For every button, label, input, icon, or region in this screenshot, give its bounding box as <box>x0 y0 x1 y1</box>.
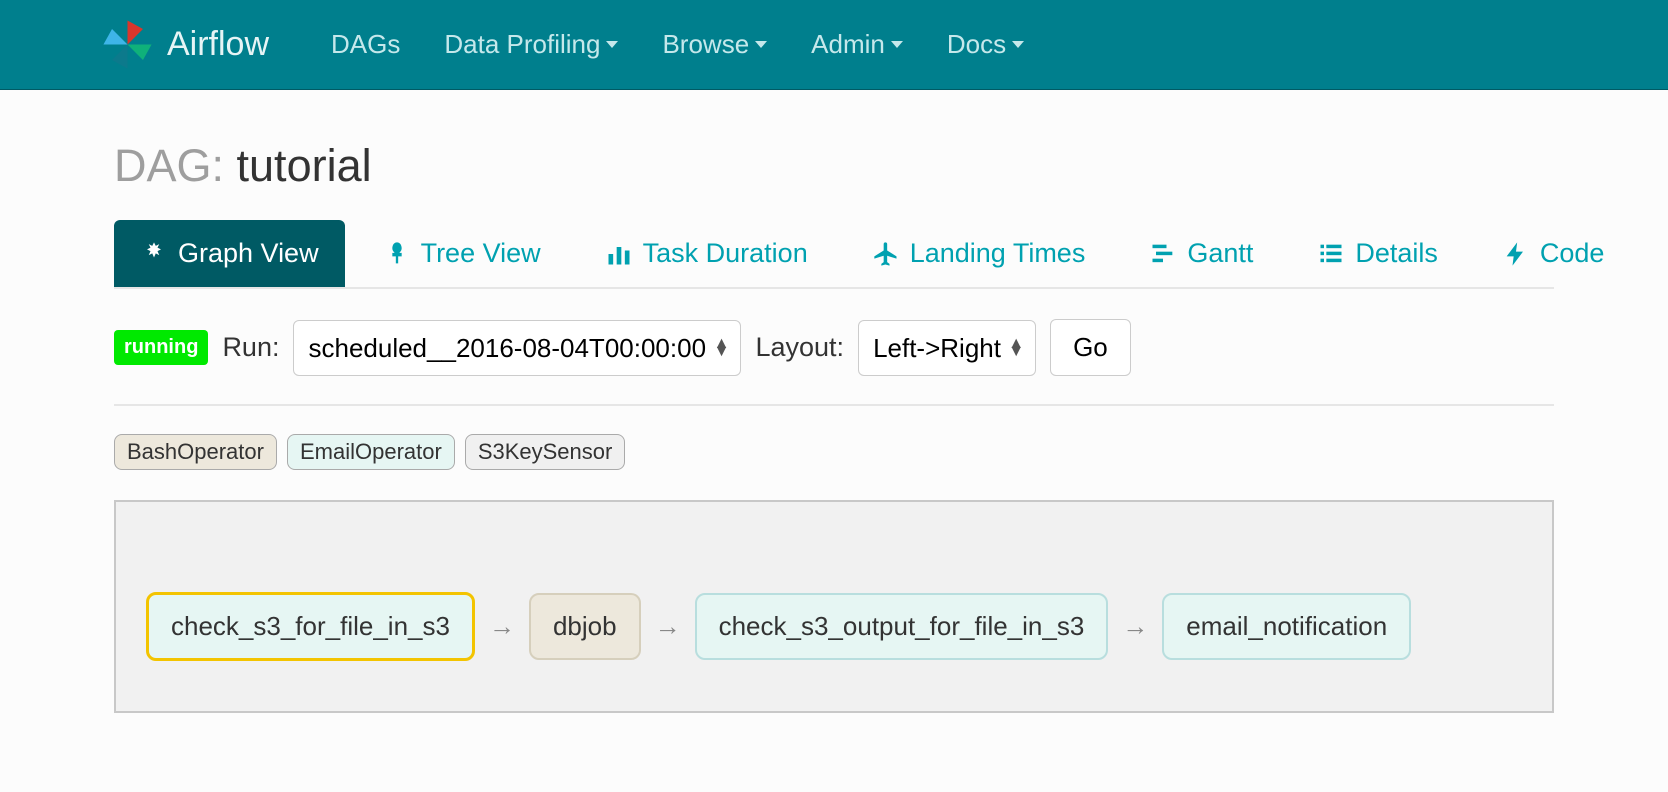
view-tabs: Graph View Tree View Task Duration Landi… <box>114 220 1554 289</box>
go-button[interactable]: Go <box>1050 319 1131 376</box>
tab-gantt[interactable]: Gantt <box>1123 220 1279 287</box>
arrow-icon: → <box>655 611 681 642</box>
tab-graph-view[interactable]: Graph View <box>114 220 345 287</box>
task-node[interactable]: check_s3_output_for_file_in_s3 <box>695 593 1109 660</box>
title-prefix: DAG: <box>114 140 237 191</box>
legend-s3-key-sensor[interactable]: S3KeySensor <box>465 434 626 470</box>
gantt-icon <box>1149 240 1177 268</box>
tab-details[interactable]: Details <box>1291 220 1464 287</box>
bar-chart-icon <box>605 240 633 268</box>
plane-icon <box>872 240 900 268</box>
dag-flow: check_s3_for_file_in_s3 → dbjob → check_… <box>146 592 1522 661</box>
nav-data-profiling[interactable]: Data Profiling <box>422 9 640 80</box>
nav-docs[interactable]: Docs <box>925 9 1046 80</box>
layout-select-wrap: Left->Right ▲▼ <box>858 320 1036 376</box>
task-node[interactable]: check_s3_for_file_in_s3 <box>146 592 475 661</box>
title-dag-name: tutorial <box>237 140 372 191</box>
chevron-down-icon <box>755 41 767 48</box>
chevron-down-icon <box>606 41 618 48</box>
run-select[interactable]: scheduled__2016-08-04T00:00:00 <box>293 320 741 376</box>
operator-legend: BashOperator EmailOperator S3KeySensor <box>114 434 1554 470</box>
tab-tree-view[interactable]: Tree View <box>357 220 567 287</box>
nav-browse[interactable]: Browse <box>640 9 789 80</box>
list-icon <box>1317 240 1345 268</box>
legend-bash-operator[interactable]: BashOperator <box>114 434 277 470</box>
run-label: Run: <box>222 332 279 363</box>
brand-link[interactable]: Airflow <box>100 17 269 72</box>
run-select-wrap: scheduled__2016-08-04T00:00:00 ▲▼ <box>293 320 741 376</box>
legend-email-operator[interactable]: EmailOperator <box>287 434 455 470</box>
main-container: DAG: tutorial Graph View Tree View Task … <box>114 90 1554 713</box>
chevron-down-icon <box>1012 41 1024 48</box>
page-title: DAG: tutorial <box>114 140 1554 192</box>
arrow-icon: → <box>1122 611 1148 642</box>
tree-icon <box>383 240 411 268</box>
brand-text: Airflow <box>167 25 269 64</box>
status-badge: running <box>114 330 208 365</box>
nav-dags[interactable]: DAGs <box>309 9 422 80</box>
tab-task-duration[interactable]: Task Duration <box>579 220 834 287</box>
airflow-logo-icon <box>100 17 155 72</box>
layout-select[interactable]: Left->Right <box>858 320 1036 376</box>
task-node[interactable]: email_notification <box>1162 593 1411 660</box>
controls-row: running Run: scheduled__2016-08-04T00:00… <box>114 319 1554 406</box>
bolt-icon <box>1502 240 1530 268</box>
task-node[interactable]: dbjob <box>529 593 641 660</box>
graph-canvas[interactable]: check_s3_for_file_in_s3 → dbjob → check_… <box>114 500 1554 713</box>
starburst-icon <box>140 240 168 268</box>
nav-admin[interactable]: Admin <box>789 9 925 80</box>
navbar: Airflow DAGs Data Profiling Browse Admin… <box>0 0 1668 90</box>
arrow-icon: → <box>489 611 515 642</box>
chevron-down-icon <box>891 41 903 48</box>
layout-label: Layout: <box>755 332 844 363</box>
tab-code[interactable]: Code <box>1476 220 1631 287</box>
tab-landing-times[interactable]: Landing Times <box>846 220 1112 287</box>
